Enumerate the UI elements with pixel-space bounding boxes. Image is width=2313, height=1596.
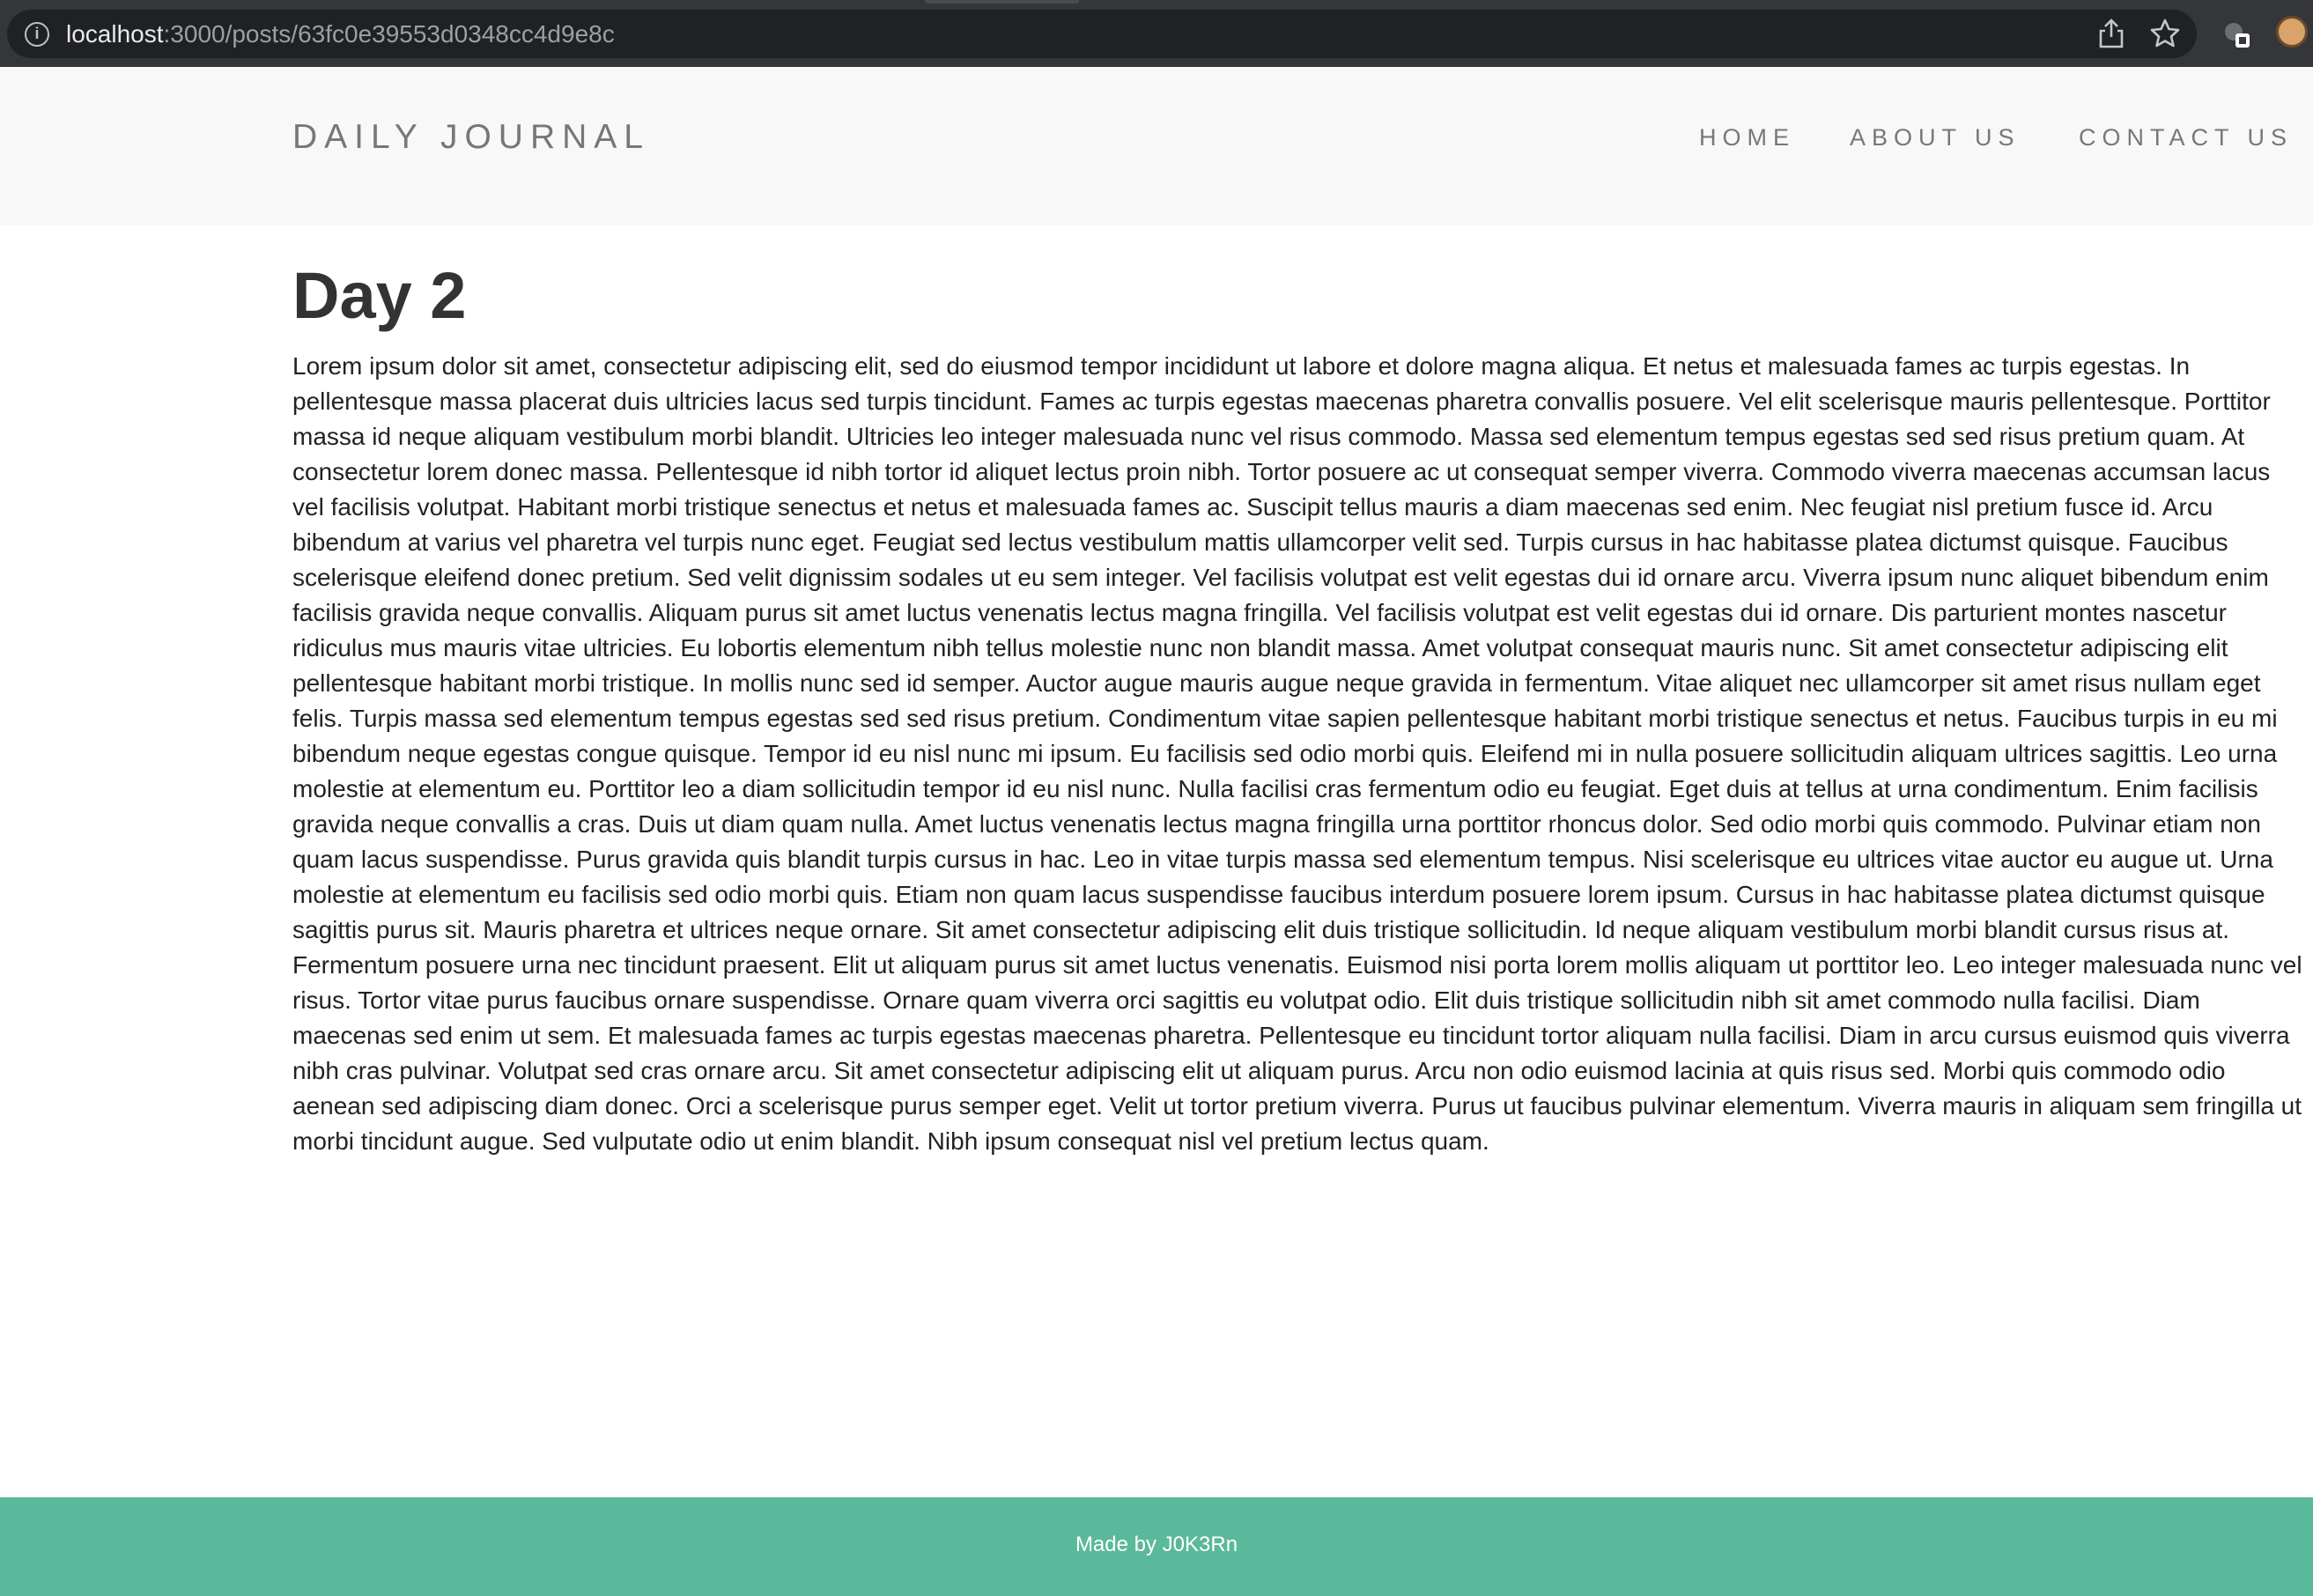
profile-avatar[interactable] <box>2276 16 2308 48</box>
nav-about-link[interactable]: ABOUT US <box>1850 124 2021 151</box>
tab-strip-hint <box>925 0 1079 4</box>
brand-logo-link[interactable]: DAILY JOURNAL <box>292 118 650 157</box>
address-bar[interactable]: i localhost:3000/posts/63fc0e39553d0348c… <box>7 10 2197 58</box>
bookmark-star-icon[interactable] <box>2149 18 2181 49</box>
nav-home-link[interactable]: HOME <box>1699 124 1795 151</box>
extension-icon[interactable] <box>2221 18 2253 49</box>
footer-credit: Made by J0K3Rn <box>1075 1533 1238 1556</box>
site-header: DAILY JOURNAL HOME ABOUT US CONTACT US <box>0 67 2313 225</box>
url-text[interactable]: localhost:3000/posts/63fc0e39553d0348cc4… <box>66 19 615 49</box>
post-title: Day 2 <box>292 259 467 332</box>
nav-contact-link[interactable]: CONTACT US <box>2079 124 2293 151</box>
post-body: Lorem ipsum dolor sit amet, consectetur … <box>292 352 2302 1155</box>
browser-toolbar: i localhost:3000/posts/63fc0e39553d0348c… <box>0 0 2313 67</box>
info-icon[interactable]: i <box>25 22 49 47</box>
site-footer: Made by J0K3Rn <box>0 1497 2313 1596</box>
share-icon[interactable] <box>2096 18 2126 49</box>
url-path: :3000/posts/63fc0e39553d0348cc4d9e8c <box>163 20 615 48</box>
url-host: localhost <box>66 20 164 48</box>
